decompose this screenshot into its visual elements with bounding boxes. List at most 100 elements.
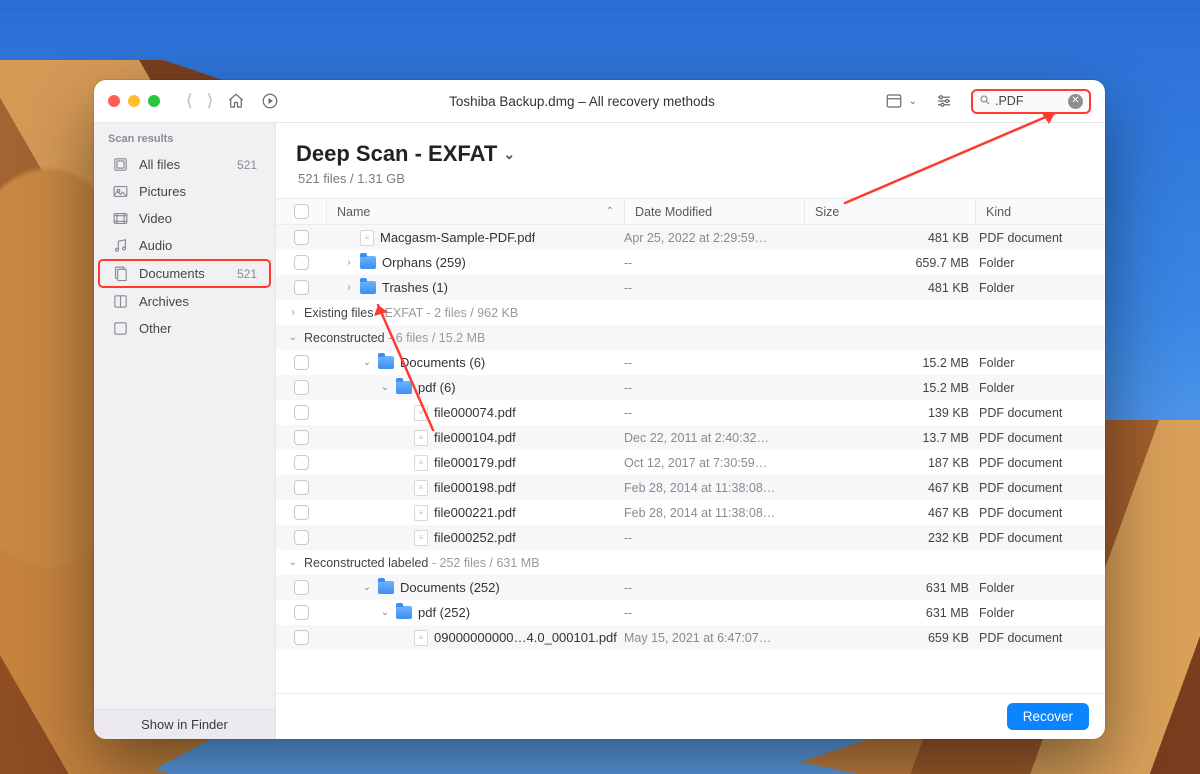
table-row[interactable]: ›Orphans (259)--659.7 MBFolder — [276, 250, 1105, 275]
folder-icon — [396, 606, 412, 619]
sidebar-item-video[interactable]: Video — [98, 205, 271, 232]
column-header-name[interactable]: Name ⌃ — [326, 199, 624, 224]
row-date: Apr 25, 2022 at 2:29:59… — [624, 231, 804, 245]
column-header-size[interactable]: Size — [804, 199, 975, 224]
row-name: pdf (6) — [418, 380, 456, 395]
sidebar-item-pictures[interactable]: Pictures — [98, 178, 271, 205]
table-row[interactable]: ›Trashes (1)--481 KBFolder — [276, 275, 1105, 300]
disclosure-icon[interactable]: › — [344, 282, 354, 293]
search-box[interactable]: ✕ — [971, 89, 1091, 114]
table-row[interactable]: ≡file000104.pdfDec 22, 2011 at 2:40:32…1… — [276, 425, 1105, 450]
row-date: -- — [624, 356, 804, 370]
table-row[interactable]: ⌄pdf (6)--15.2 MBFolder — [276, 375, 1105, 400]
viewmode-icon[interactable] — [883, 92, 905, 110]
sidebar-item-archives[interactable]: Archives — [98, 288, 271, 315]
table-row[interactable]: ⌄pdf (252)--631 MBFolder — [276, 600, 1105, 625]
show-in-finder-button[interactable]: Show in Finder — [94, 709, 275, 739]
sidebar-item-audio[interactable]: Audio — [98, 232, 271, 259]
row-date: -- — [624, 581, 804, 595]
table-row[interactable]: ≡Macgasm-Sample-PDF.pdfApr 25, 2022 at 2… — [276, 225, 1105, 250]
row-date: -- — [624, 606, 804, 620]
disclosure-icon[interactable]: ⌄ — [362, 357, 372, 368]
row-checkbox[interactable] — [294, 405, 309, 420]
row-kind: PDF document — [975, 431, 1105, 445]
clear-search-icon[interactable]: ✕ — [1068, 94, 1083, 109]
disclosure-icon[interactable]: ⌄ — [288, 557, 298, 568]
all-files-icon — [112, 156, 129, 173]
row-checkbox[interactable] — [294, 355, 309, 370]
table-row[interactable]: ≡file000074.pdf--139 KBPDF document — [276, 400, 1105, 425]
table-row[interactable]: ≡file000252.pdf--232 KBPDF document — [276, 525, 1105, 550]
row-checkbox[interactable] — [294, 455, 309, 470]
table-row[interactable]: ≡file000198.pdfFeb 28, 2014 at 11:38:08…… — [276, 475, 1105, 500]
row-checkbox[interactable] — [294, 280, 309, 295]
row-checkbox[interactable] — [294, 580, 309, 595]
sidebar-item-documents[interactable]: Documents 521 — [98, 259, 271, 288]
minimize-window-button[interactable] — [128, 95, 140, 107]
row-name: Macgasm-Sample-PDF.pdf — [380, 230, 535, 245]
row-checkbox[interactable] — [294, 255, 309, 270]
folder-icon — [396, 381, 412, 394]
sidebar-item-other[interactable]: Other — [98, 315, 271, 342]
row-date: Feb 28, 2014 at 11:38:08… — [624, 506, 804, 520]
row-checkbox[interactable] — [294, 605, 309, 620]
disclosure-icon[interactable]: ⌄ — [288, 332, 298, 343]
row-kind: PDF document — [975, 506, 1105, 520]
row-size: 659.7 MB — [885, 256, 975, 270]
row-kind: Folder — [975, 256, 1105, 270]
disclosure-icon[interactable]: ⌄ — [380, 607, 390, 618]
content-title[interactable]: Deep Scan - EXFAT ⌄ — [296, 141, 1085, 167]
nav-back-button[interactable]: ⟨ — [186, 91, 193, 111]
row-checkbox[interactable] — [294, 430, 309, 445]
row-kind: Folder — [975, 281, 1105, 295]
row-checkbox[interactable] — [294, 505, 309, 520]
row-checkbox[interactable] — [294, 380, 309, 395]
document-icon: ≡ — [414, 480, 428, 496]
column-header-kind[interactable]: Kind — [975, 199, 1105, 224]
sidebar-item-count: 521 — [237, 267, 257, 281]
row-size: 467 KB — [885, 506, 975, 520]
document-icon: ≡ — [414, 405, 428, 421]
table-row[interactable]: ≡09000000000…4.0_000101.pdfMay 15, 2021 … — [276, 625, 1105, 650]
row-name: file000104.pdf — [434, 430, 516, 445]
row-size: 481 KB — [885, 281, 975, 295]
disclosure-icon[interactable]: › — [344, 257, 354, 268]
home-icon[interactable] — [225, 92, 247, 110]
chevron-down-icon: ⌄ — [503, 146, 515, 163]
nav-forward-button[interactable]: ⟩ — [207, 91, 214, 111]
maximize-window-button[interactable] — [148, 95, 160, 107]
search-input[interactable] — [995, 94, 1055, 108]
row-checkbox[interactable] — [294, 630, 309, 645]
row-kind: PDF document — [975, 481, 1105, 495]
group-row[interactable]: ›Existing files - EXFAT - 2 files / 962 … — [276, 300, 1105, 325]
group-row[interactable]: ⌄Reconstructed labeled - 252 files / 631… — [276, 550, 1105, 575]
close-window-button[interactable] — [108, 95, 120, 107]
sidebar-item-label: Pictures — [139, 184, 186, 199]
row-checkbox[interactable] — [294, 230, 309, 245]
group-row[interactable]: ⌄Reconstructed - 6 files / 15.2 MB — [276, 325, 1105, 350]
rescan-icon[interactable] — [259, 92, 281, 110]
other-icon — [112, 320, 129, 337]
row-name: file000179.pdf — [434, 455, 516, 470]
disclosure-icon[interactable]: › — [288, 307, 298, 318]
recover-button[interactable]: Recover — [1007, 703, 1089, 730]
table-row[interactable]: ⌄Documents (252)--631 MBFolder — [276, 575, 1105, 600]
content-title-text: Deep Scan - EXFAT — [296, 141, 497, 167]
row-kind: PDF document — [975, 631, 1105, 645]
select-all-checkbox[interactable] — [294, 204, 309, 219]
row-checkbox[interactable] — [294, 530, 309, 545]
disclosure-icon[interactable]: ⌄ — [362, 582, 372, 593]
column-header-date[interactable]: Date Modified — [624, 199, 804, 224]
chevron-down-icon[interactable]: ⌄ — [909, 96, 917, 107]
row-checkbox[interactable] — [294, 480, 309, 495]
table-row[interactable]: ≡file000221.pdfFeb 28, 2014 at 11:38:08…… — [276, 500, 1105, 525]
row-size: 15.2 MB — [885, 356, 975, 370]
table-row[interactable]: ≡file000179.pdfOct 12, 2017 at 7:30:59…1… — [276, 450, 1105, 475]
traffic-lights[interactable] — [108, 95, 160, 107]
settings-icon[interactable] — [933, 92, 955, 110]
disclosure-icon[interactable]: ⌄ — [380, 382, 390, 393]
sidebar-item-all-files[interactable]: All files 521 — [98, 151, 271, 178]
row-kind: PDF document — [975, 531, 1105, 545]
row-date: -- — [624, 381, 804, 395]
table-row[interactable]: ⌄Documents (6)--15.2 MBFolder — [276, 350, 1105, 375]
